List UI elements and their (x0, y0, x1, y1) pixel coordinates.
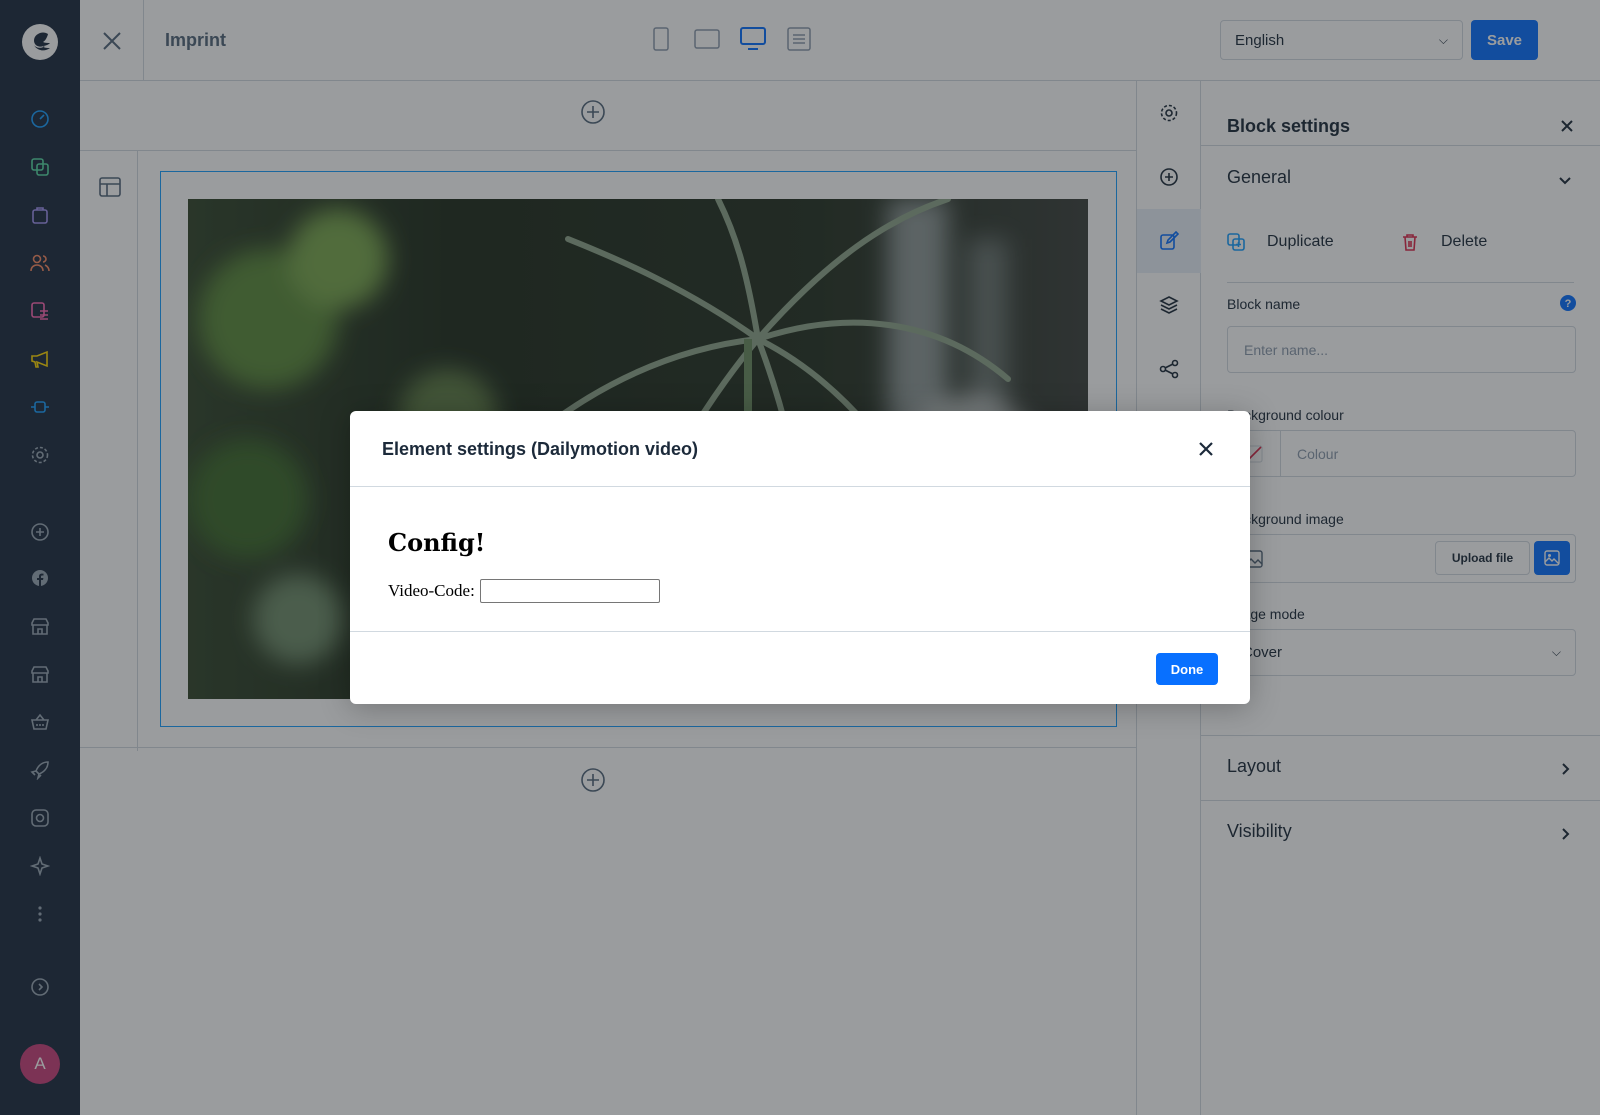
done-button[interactable]: Done (1156, 653, 1218, 685)
modal-title: Element settings (Dailymotion video) (382, 439, 699, 459)
element-settings-modal: Element settings (Dailymotion video) Con… (350, 411, 1250, 704)
config-heading: Config! (388, 528, 486, 557)
video-code-row: Video-Code: (388, 579, 660, 603)
modal-header: Element settings (Dailymotion video) (350, 411, 1250, 487)
close-modal-icon[interactable] (1196, 439, 1216, 459)
modal-body: Config! Video-Code: (350, 488, 1250, 632)
video-code-input[interactable] (479, 579, 660, 603)
video-code-label: Video-Code: (388, 581, 475, 600)
